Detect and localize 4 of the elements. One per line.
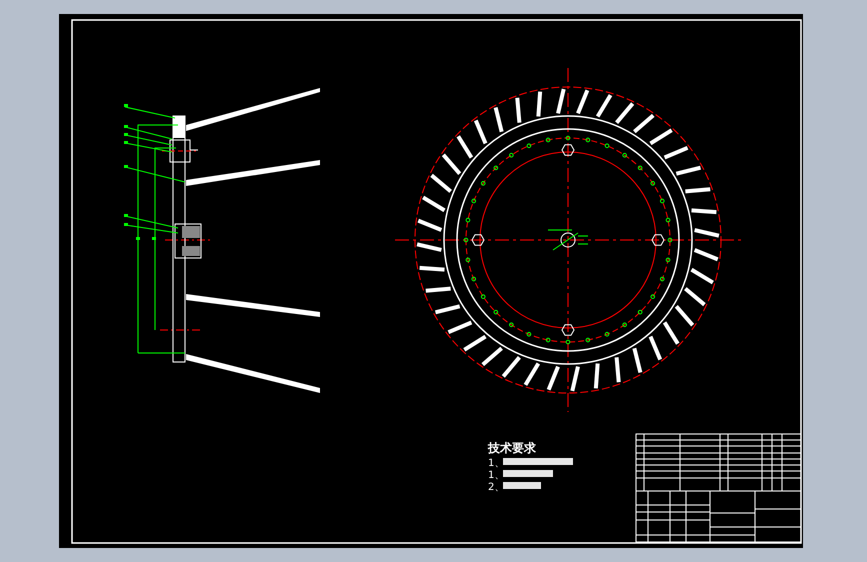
technical-requirements-heading: 技术要求 (488, 441, 536, 455)
requirement-number: 2、 (488, 482, 504, 493)
requirement-number: 1、 (488, 458, 504, 469)
requirement-number: 1、 (488, 470, 504, 481)
